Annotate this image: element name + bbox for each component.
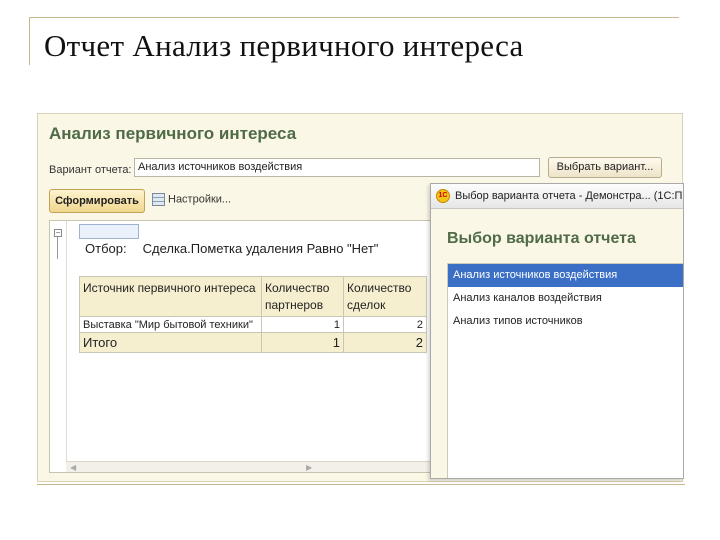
dialog-body: Выбор варианта отчета Анализ источников …: [431, 209, 683, 478]
scroll-left-icon[interactable]: ◀: [70, 462, 76, 472]
left-decor-line: [29, 17, 30, 65]
column-header-partners: Количество партнеров: [261, 276, 344, 317]
variant-dialog: 1С Выбор варианта отчета - Демонстра... …: [430, 183, 684, 479]
variant-list: Анализ источников воздействия Анализ кан…: [447, 263, 683, 478]
variant-list-item[interactable]: Анализ источников воздействия: [448, 264, 683, 287]
variant-list-item[interactable]: Анализ типов источников: [448, 310, 683, 333]
grouping-gutter: −: [50, 221, 67, 461]
1c-logo-icon: 1С: [436, 189, 450, 203]
settings-icon: [152, 193, 165, 206]
report-table: Источник первичного интереса Количество …: [79, 276, 427, 353]
row-source-cell: Выставка "Мир бытовой техники": [79, 316, 262, 333]
total-partners-cell: 1: [261, 332, 344, 353]
active-cell[interactable]: [79, 224, 139, 239]
filter-line: Отбор: Сделка.Пометка удаления Равно "Нет…: [85, 241, 378, 256]
total-deals-cell: 2: [343, 332, 427, 353]
scroll-right-icon[interactable]: ▶: [306, 462, 312, 472]
tree-line: [57, 237, 58, 259]
column-header-deals: Количество сделок: [343, 276, 427, 317]
collapse-icon[interactable]: −: [54, 229, 62, 237]
slide-title: Отчет Анализ первичного интереса: [44, 28, 524, 63]
table-row[interactable]: Выставка "Мир бытовой техники" 1 2: [79, 316, 427, 333]
settings-button[interactable]: Настройки...: [152, 193, 231, 206]
column-header-source: Источник первичного интереса: [79, 276, 262, 317]
row-partners-cell: 1: [261, 316, 344, 333]
table-header-row: Источник первичного интереса Количество …: [79, 276, 427, 317]
variant-label: Вариант отчета:: [49, 164, 132, 176]
report-sheet[interactable]: − Отбор: Сделка.Пометка удаления Равно "Н…: [49, 220, 434, 473]
table-total-row: Итого 1 2: [79, 332, 427, 353]
variant-list-item[interactable]: Анализ каналов воздействия: [448, 287, 683, 310]
dialog-title: Выбор варианта отчета - Демонстра... (1С…: [455, 190, 684, 202]
filter-value: Сделка.Пометка удаления Равно "Нет": [142, 241, 379, 256]
bottom-decor-line: [37, 484, 685, 485]
settings-label: Настройки...: [168, 193, 232, 206]
report-title: Анализ первичного интереса: [49, 124, 297, 143]
dialog-titlebar[interactable]: 1С Выбор варианта отчета - Демонстра... …: [431, 184, 683, 209]
variant-field[interactable]: Анализ источников воздействия: [134, 158, 540, 177]
row-deals-cell: 2: [343, 316, 427, 333]
generate-button[interactable]: Сформировать: [49, 189, 145, 213]
top-decor-line: [29, 17, 679, 18]
total-label-cell: Итого: [79, 332, 262, 353]
dialog-heading: Выбор варианта отчета: [447, 230, 636, 247]
select-variant-button[interactable]: Выбрать вариант...: [548, 157, 662, 178]
filter-label: Отбор:: [85, 241, 127, 256]
horizontal-scrollbar[interactable]: ◀ ▶: [66, 461, 433, 472]
